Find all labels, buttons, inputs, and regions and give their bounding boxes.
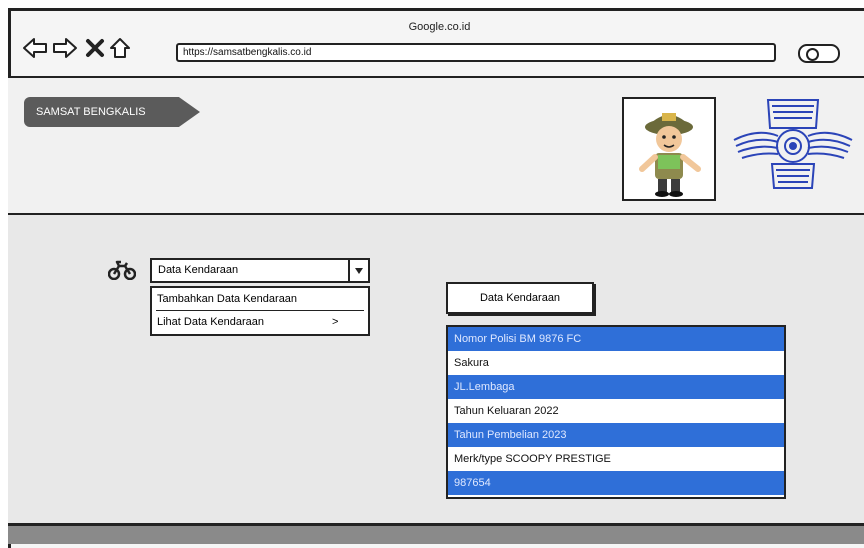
menu-item-lihat[interactable]: Lihat Data Kendaraan > [152,311,368,333]
list-item[interactable]: Nomor Polisi BM 9876 FC [448,327,784,351]
list-item[interactable]: Tahun Pembelian 2023 [448,423,784,447]
menu-item-tambahkan[interactable]: Tambahkan Data Kendaraan [152,288,368,310]
list-item[interactable]: JL.Lembaga [448,375,784,399]
search-button[interactable] [798,44,840,63]
submenu-caret-icon: > [332,316,339,328]
search-icon [806,48,819,61]
dropdown-value: Data Kendaraan [158,264,239,276]
home-icon[interactable] [108,36,132,60]
back-icon[interactable] [22,36,48,60]
police-mascot-image [622,97,716,201]
data-kendaraan-button[interactable]: Data Kendaraan [446,282,594,314]
menu-item-label: Tambahkan Data Kendaraan [157,293,298,305]
menu-item-label: Lihat Data Kendaraan [157,316,265,328]
dropdown-menu: Tambahkan Data Kendaraan Lihat Data Kend… [150,286,370,336]
list-item[interactable]: Merk/type SCOOPY PRESTIGE [448,447,784,471]
list-item[interactable]: Tahun Keluaran 2022 [448,399,784,423]
close-icon[interactable] [84,36,106,60]
list-item[interactable]: 987654 [448,471,784,495]
motorcycle-icon [107,260,137,285]
forward-icon[interactable] [52,36,78,60]
vehicle-data-list: Nomor Polisi BM 9876 FC Sakura JL.Lembag… [446,325,786,499]
chevron-down-icon[interactable] [348,260,368,281]
data-kendaraan-dropdown[interactable]: Data Kendaraan [150,258,370,283]
browser-title: Google.co.id [408,21,471,33]
url-bar[interactable]: https://samsatbengkalis.co.id [176,43,776,62]
traffic-police-emblem [728,88,858,198]
list-item[interactable]: Sakura [448,351,784,375]
footer-bar [8,526,864,544]
brand-label[interactable]: SAMSAT BENGKALIS [24,97,200,127]
